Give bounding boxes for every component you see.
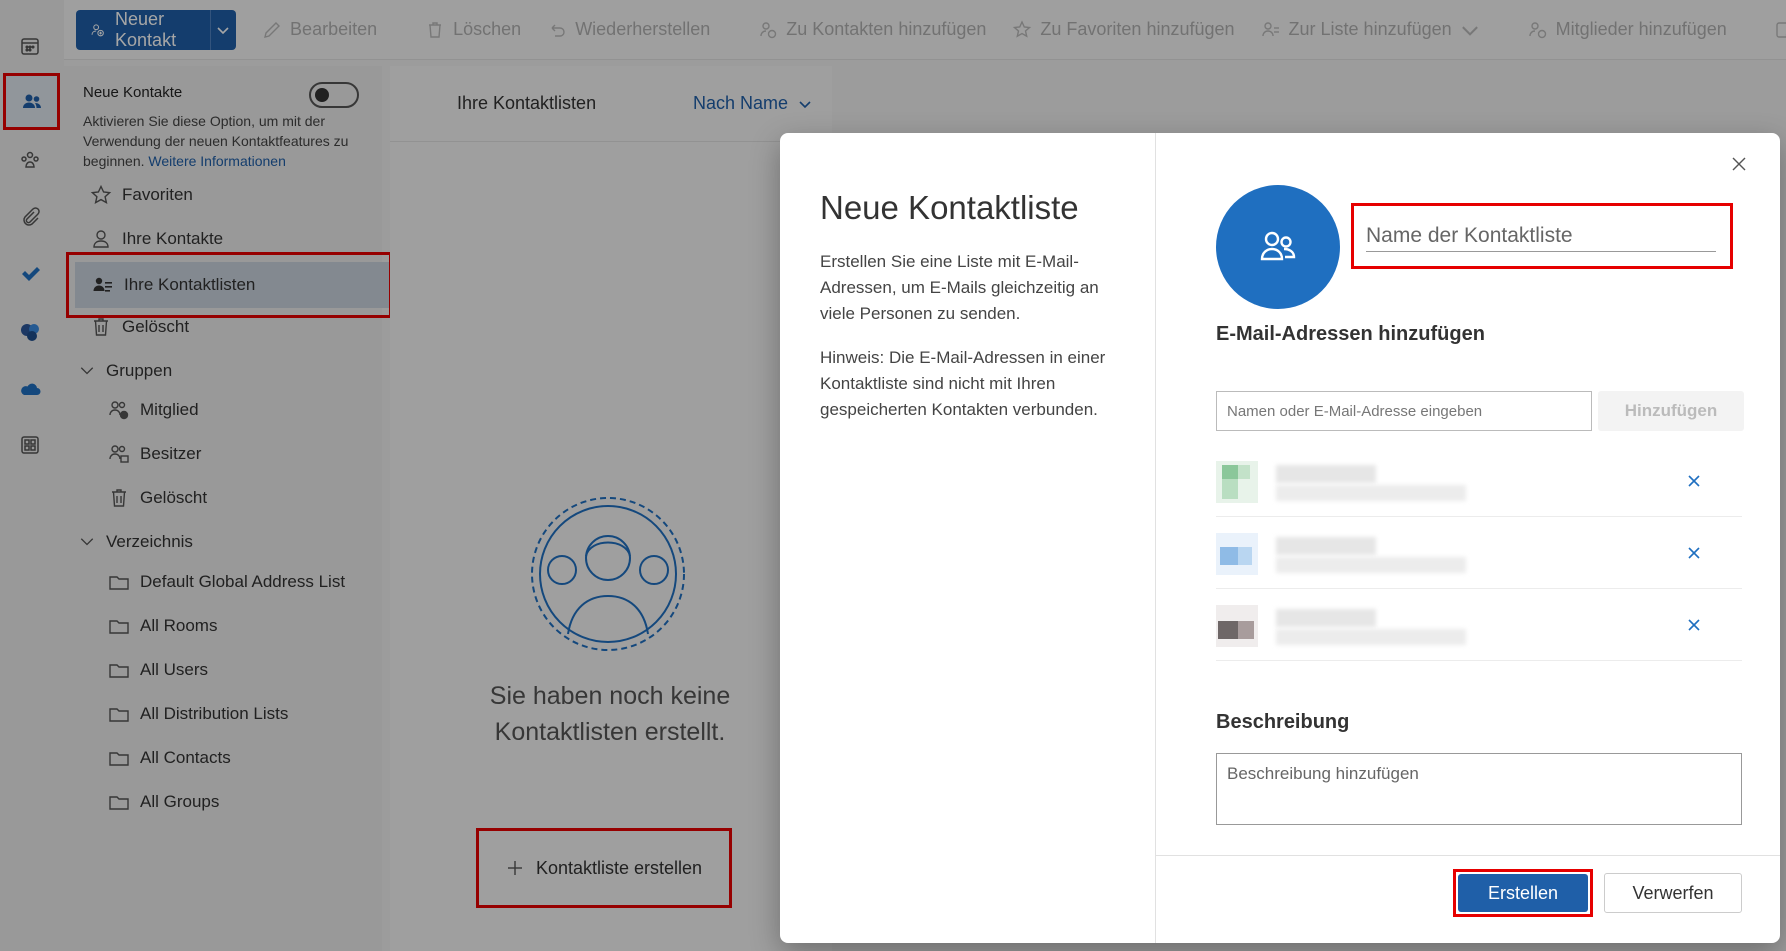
member-email-redacted [1276,557,1466,573]
remove-member-button[interactable] [1684,471,1704,491]
dialog-info-pane: Neue Kontaktliste Erstellen Sie eine Lis… [780,133,1156,943]
dialog-description: Erstellen Sie eine Liste mit E-Mail-Adre… [820,252,1099,323]
email-search-input[interactable] [1216,391,1592,431]
member-avatar [1216,605,1258,647]
close-icon [1732,157,1746,171]
member-email-redacted [1276,485,1466,501]
discard-button[interactable]: Verwerfen [1604,873,1742,913]
people-icon [1260,231,1296,261]
create-button-highlight: Erstellen [1453,869,1593,917]
dialog-hint: Hinweis: Die E-Mail-Adressen in einer Ko… [820,348,1106,419]
dialog-title: Neue Kontaktliste [820,189,1079,226]
member-avatar [1216,533,1258,575]
description-title: Beschreibung [1216,711,1350,733]
remove-member-button[interactable] [1684,543,1704,563]
close-icon [1688,475,1700,487]
close-icon [1688,619,1700,631]
member-row [1216,445,1742,517]
contact-list-avatar[interactable] [1216,185,1340,309]
list-name-box [1351,203,1733,269]
member-name-redacted [1276,537,1376,555]
remove-member-button[interactable] [1684,615,1704,635]
new-contact-list-dialog: Neue Kontaktliste Erstellen Sie eine Lis… [780,133,1780,943]
close-icon [1688,547,1700,559]
member-email-redacted [1276,629,1466,645]
add-email-button[interactable]: Hinzufügen [1598,391,1744,431]
member-name-redacted [1276,609,1376,627]
close-dialog-button[interactable] [1726,151,1752,177]
member-avatar [1216,461,1258,503]
list-name-input[interactable] [1366,220,1716,252]
description-textarea[interactable] [1216,753,1742,825]
member-name-redacted [1276,465,1376,483]
member-row [1216,517,1742,589]
add-emails-title: E-Mail-Adressen hinzufügen [1216,323,1485,345]
member-row [1216,589,1742,661]
create-button[interactable]: Erstellen [1458,874,1588,912]
